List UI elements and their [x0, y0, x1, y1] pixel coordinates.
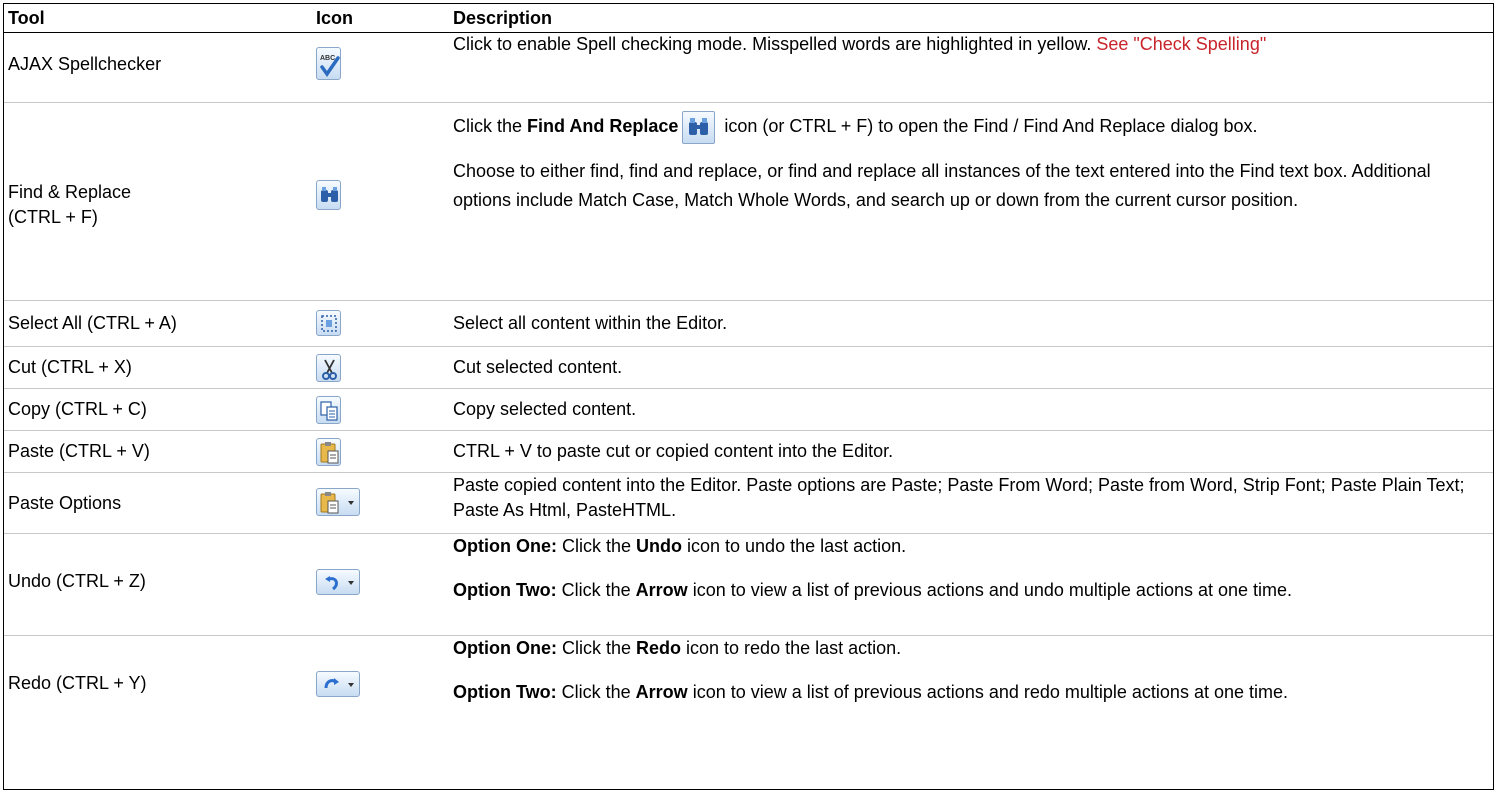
description-text: Click the [453, 116, 528, 136]
tools-table: Tool Icon Description AJAX Spellchecker … [3, 3, 1494, 790]
option-text: Click the [556, 536, 637, 556]
description: Select all content within the Editor. [453, 313, 728, 333]
option-text: Click the [556, 638, 637, 658]
table-row: Select All (CTRL + A) Select all content… [4, 301, 1493, 347]
redo-icon[interactable] [316, 671, 360, 697]
tool-name: Paste Options [8, 493, 122, 513]
table-header-row: Tool Icon Description [4, 3, 1493, 33]
binoculars-icon[interactable] [316, 180, 341, 210]
tool-name: Find & Replace (CTRL + F) [8, 180, 131, 230]
option-one: Option One: Click the Redo icon to redo … [453, 636, 1488, 661]
tool-name-line1: Find & Replace [8, 182, 132, 202]
description-paragraph: Choose to either find, find and replace,… [453, 160, 1431, 210]
tool-name: Cut (CTRL + X) [8, 357, 132, 377]
table-row: Copy (CTRL + C) Copy selected content. [4, 389, 1493, 431]
undo-icon[interactable] [316, 569, 360, 595]
option-one: Option One: Click the Undo icon to undo … [453, 534, 1488, 559]
arrow-label: Arrow [635, 580, 688, 600]
option-text: Click the [556, 580, 636, 600]
select-all-icon[interactable] [316, 310, 341, 336]
spellcheck-icon[interactable]: ABC [316, 47, 341, 80]
option-text: icon to redo the last action. [681, 638, 902, 658]
svg-text:ABC: ABC [320, 55, 335, 62]
tool-name: AJAX Spellchecker [8, 54, 162, 74]
description: Cut selected content. [453, 357, 623, 377]
binoculars-icon [682, 110, 716, 144]
copy-icon[interactable] [316, 396, 341, 424]
tool-name: Paste (CTRL + V) [8, 441, 150, 461]
header-tool: Tool [8, 8, 45, 28]
description: Paste copied content into the Editor. Pa… [453, 475, 1465, 520]
option-label: Option One: [453, 638, 557, 658]
table-row: Paste Options Paste copied content into … [4, 473, 1493, 534]
option-text: icon to undo the last action. [682, 536, 907, 556]
description: CTRL + V to paste cut or copied content … [453, 441, 894, 461]
option-text: Click the [556, 682, 636, 702]
tool-name: Undo (CTRL + Z) [8, 571, 146, 591]
option-label: Option Two: [453, 682, 557, 702]
redo-label: Redo [636, 638, 682, 658]
description-text: Click to enable Spell checking mode. Mis… [453, 34, 1097, 54]
tool-name: Select All (CTRL + A) [8, 313, 177, 333]
table-row: Undo (CTRL + Z) Option One: Click the Un… [4, 534, 1493, 636]
option-label: Option One: [453, 536, 557, 556]
table-row: Find & Replace (CTRL + F) Click the Find… [4, 103, 1493, 301]
option-two: Option Two: Click the Arrow icon to view… [453, 576, 1488, 605]
tool-name-line2: (CTRL + F) [8, 207, 98, 227]
description-paragraph: Click the Find And Replace icon (or CTRL… [453, 110, 1488, 144]
table-row: Paste (CTRL + V) CTRL + V to paste cut o… [4, 431, 1493, 473]
table-row: Redo (CTRL + Y) Option One: Click the Re… [4, 636, 1493, 788]
find-replace-label: Find And Replace [527, 116, 679, 136]
description: Click the Find And Replace icon (or CTRL… [453, 110, 1488, 215]
table-row: AJAX Spellchecker ABC Click to enable Sp… [4, 33, 1493, 103]
description: Click to enable Spell checking mode. Mis… [453, 32, 1488, 57]
description: Option One: Click the Redo icon to redo … [453, 636, 1488, 707]
header-icon: Icon [316, 8, 354, 28]
header-description: Description [453, 8, 553, 28]
option-two: Option Two: Click the Arrow icon to view… [453, 678, 1488, 707]
paste-options-icon[interactable] [316, 488, 360, 516]
option-label: Option Two: [453, 580, 557, 600]
option-text: icon to view a list of previous actions … [687, 682, 1288, 702]
description-text: icon (or CTRL + F) to open the Find / Fi… [719, 116, 1258, 136]
table-row: Cut (CTRL + X) Cut selected content. [4, 347, 1493, 389]
undo-label: Undo [636, 536, 682, 556]
tool-name: Redo (CTRL + Y) [8, 673, 147, 693]
check-spelling-link[interactable]: See "Check Spelling" [1096, 34, 1266, 54]
option-text: icon to view a list of previous actions … [687, 580, 1293, 600]
tool-name: Copy (CTRL + C) [8, 399, 147, 419]
arrow-label: Arrow [635, 682, 688, 702]
scissors-icon[interactable] [316, 354, 341, 382]
paste-icon[interactable] [316, 438, 341, 466]
description: Copy selected content. [453, 399, 637, 419]
description: Option One: Click the Undo icon to undo … [453, 534, 1488, 605]
